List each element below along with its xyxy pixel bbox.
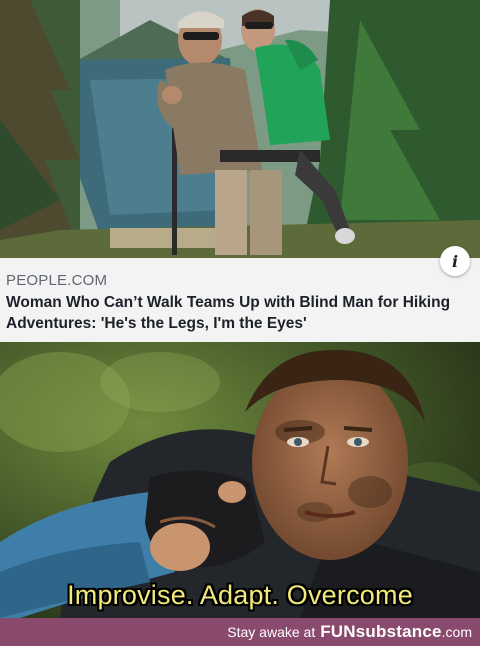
info-icon[interactable]: i — [440, 246, 470, 276]
watermark-bar: Stay awake at FUNsubstance .com — [0, 618, 480, 646]
watermark-domain: .com — [441, 624, 472, 640]
info-glyph: i — [451, 251, 459, 271]
hikers-photo — [0, 0, 480, 258]
article-source: PEOPLE.COM — [6, 272, 108, 289]
watermark-tagline: Stay awake at — [227, 624, 316, 640]
hikers-illustration — [0, 0, 480, 258]
meme-photo: Improvise. Adapt. Overcome — [0, 342, 480, 618]
article-headline[interactable]: Woman Who Can’t Walk Teams Up with Blind… — [6, 292, 480, 334]
watermark-brand: FUNsubstance — [320, 622, 442, 641]
meme-caption: Improvise. Adapt. Overcome — [67, 580, 413, 610]
survivalist-illustration — [0, 342, 480, 618]
article-link-card[interactable]: i PEOPLE.COM Woman Who Can’t Walk Teams … — [0, 246, 480, 342]
